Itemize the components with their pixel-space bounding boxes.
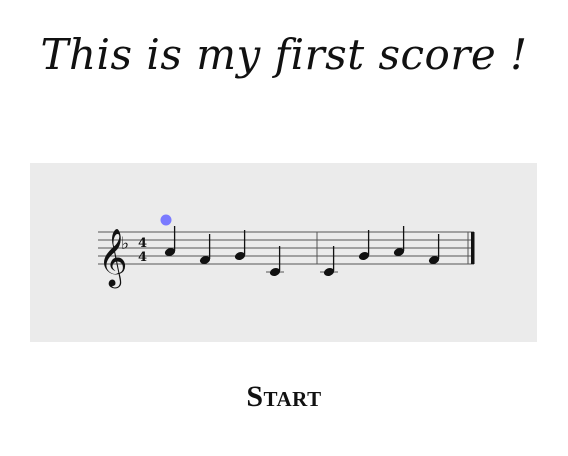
staff-lines — [98, 231, 474, 265]
start-button[interactable]: Start — [0, 380, 568, 414]
time-signature-bottom: 4 — [138, 250, 147, 265]
note — [320, 246, 338, 276]
note — [199, 234, 211, 264]
note — [393, 226, 405, 256]
note — [428, 234, 440, 264]
score-panel[interactable]: 𝄞 ♭ 4 4 — [30, 163, 537, 342]
notes-layer — [160, 214, 440, 276]
key-signature-flat: ♭ — [121, 234, 129, 254]
note — [266, 246, 284, 276]
final-barline-thick — [471, 232, 475, 264]
note — [234, 230, 246, 260]
note — [160, 214, 176, 256]
playback-cursor — [160, 214, 172, 226]
page-title: This is my first score ! — [40, 30, 528, 79]
time-signature-top: 4 — [138, 236, 147, 251]
note — [358, 230, 370, 260]
score-staff[interactable]: 𝄞 ♭ 4 4 — [30, 163, 537, 342]
